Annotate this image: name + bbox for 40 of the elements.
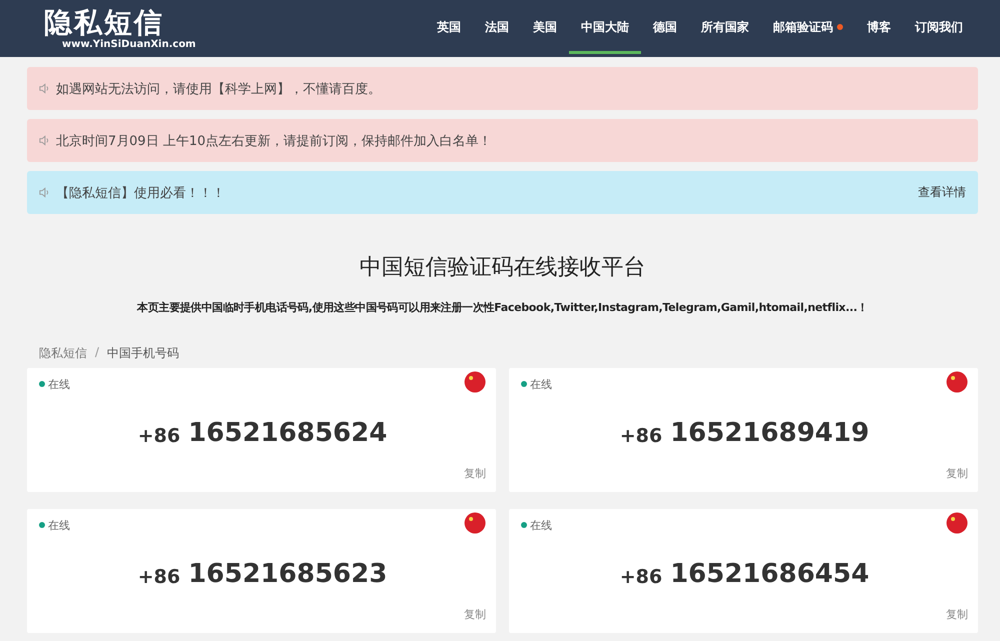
nav-link[interactable]: 订阅我们 — [903, 3, 975, 54]
nav-link[interactable]: 中国大陆 — [569, 3, 641, 54]
speaker-icon — [39, 187, 50, 198]
nav-link[interactable]: 博客 — [855, 3, 903, 54]
breadcrumb-separator: / — [95, 345, 100, 361]
logo-url: www.YinSiDuanXin.com — [62, 39, 196, 50]
notice-text: 【隐私短信】使用必看！！！ — [56, 184, 226, 202]
copy-link[interactable]: 复制 — [946, 607, 968, 633]
breadcrumb-item[interactable]: 隐私短信 — [39, 345, 87, 362]
status-text: 在线 — [48, 376, 70, 392]
nav-link[interactable]: 英国 — [425, 3, 473, 54]
nav-link[interactable]: 邮箱验证码 — [761, 3, 855, 54]
breadcrumb-item: 中国手机号码 — [107, 345, 180, 362]
notice-text: 如遇网站无法访问，请使用【科学上网】，不懂请百度。 — [56, 80, 382, 98]
nav-link[interactable]: 所有国家 — [689, 3, 761, 54]
country-code: +86 — [620, 425, 662, 447]
copy-link[interactable]: 复制 — [464, 607, 486, 633]
phone-number-link[interactable]: 16521685624 — [188, 418, 388, 448]
phone-number-link[interactable]: 16521689419 — [670, 418, 870, 448]
copy-link[interactable]: 复制 — [464, 466, 486, 492]
country-code: +86 — [620, 566, 662, 588]
status-text: 在线 — [530, 518, 552, 532]
nav-link[interactable]: 德国 — [641, 3, 689, 54]
logo-text[interactable]: 隐私短信 — [44, 7, 164, 39]
status-text: 在线 — [48, 518, 70, 532]
copy-link[interactable]: 复制 — [946, 466, 968, 492]
notification-dot — [837, 24, 843, 30]
speaker-icon — [39, 83, 50, 94]
country-code: +86 — [138, 425, 180, 447]
intro-text: 本页主要提供中国临时手机电话号码,使用这些中国号码可以用来注册一次性Facebook,Twitter,Instagram,Telegram,Gamil,htomail,netflix...！ — [136, 300, 869, 315]
nav-link[interactable]: 法国 — [473, 3, 521, 54]
phone-number-link[interactable]: 16521685623 — [188, 559, 388, 589]
page-heading: 中国短信验证码在线接收平台 — [358, 254, 646, 282]
speaker-icon — [39, 135, 50, 146]
nav-link[interactable]: 美国 — [521, 3, 569, 54]
status-text: 在线 — [530, 376, 552, 392]
details-link[interactable]: 查看详情 — [918, 184, 966, 201]
phone-number-link[interactable]: 16521686454 — [670, 559, 870, 589]
notice-text: 北京时间7月09日 上午10点左右更新，请提前订阅，保持邮件加入白名单！ — [56, 132, 492, 150]
country-code: +86 — [138, 566, 180, 588]
